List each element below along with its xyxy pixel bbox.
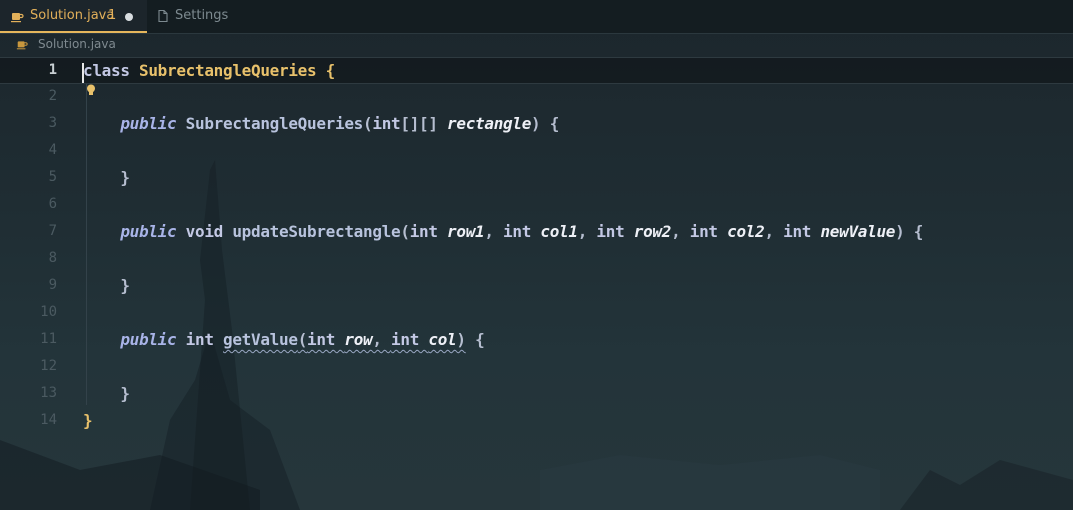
code-token: rectangle [447, 114, 532, 133]
text-cursor [82, 63, 84, 83]
code-token: int [409, 222, 448, 241]
code-text[interactable]: } [83, 276, 130, 295]
line-number: 14 [40, 412, 57, 428]
code-line[interactable]: 1 class SubrectangleQueries { [0, 57, 1073, 84]
line-number: 13 [40, 385, 57, 401]
code-token: getValue [223, 330, 298, 349]
code-token: { [465, 330, 485, 349]
tab-label: Solution.java [30, 8, 115, 23]
code-token: int [372, 114, 401, 133]
code-token: int [689, 222, 728, 241]
code-line[interactable]: 10 [0, 300, 1073, 327]
code-token: [][] [400, 114, 448, 133]
code-text[interactable]: } [83, 384, 130, 403]
code-line[interactable]: 3 public SubrectangleQueries(int[][] rec… [0, 111, 1073, 138]
code-token: ( [297, 330, 308, 349]
code-token: public [120, 222, 177, 241]
code-text[interactable]: } [83, 411, 93, 430]
code-line[interactable]: 2 [0, 84, 1073, 111]
tab-bar: Solution.java 1 Settings [0, 0, 1073, 34]
line-number: 6 [48, 196, 57, 212]
line-number: 8 [48, 250, 57, 266]
line-number: 1 [48, 62, 57, 78]
code-token: col1 [540, 222, 578, 241]
line-number: 4 [48, 142, 57, 158]
line-number: 2 [48, 88, 57, 104]
code-token: updateSubrectangle [232, 222, 401, 241]
file-icon [158, 9, 168, 23]
code-token: ) [456, 330, 466, 349]
code-token: void [176, 222, 233, 241]
code-line[interactable]: 12 [0, 354, 1073, 381]
code-token: ( [363, 114, 373, 133]
line-number: 11 [40, 331, 57, 347]
code-token: , [671, 222, 690, 241]
code-token: int [176, 330, 224, 349]
code-token: } [83, 384, 130, 403]
code-text[interactable]: public int getValue(int row, int col) { [83, 330, 484, 349]
code-token: } [83, 276, 130, 295]
code-token: col [428, 330, 457, 349]
java-file-icon [11, 13, 24, 23]
unsaved-dot-icon[interactable] [125, 13, 133, 21]
code-token: } [83, 411, 93, 430]
code-line[interactable]: 8 [0, 246, 1073, 273]
code-token: public [120, 330, 177, 349]
tab-label: Settings [175, 8, 229, 23]
code-token: int [503, 222, 541, 241]
code-token: row1 [447, 222, 485, 241]
code-token: , [764, 222, 784, 241]
code-editor[interactable]: 1 class SubrectangleQueries {2 3 public Su… [0, 57, 1073, 457]
tab-solution-java[interactable]: Solution.java 1 [0, 0, 147, 33]
code-token: { [316, 61, 336, 80]
code-token: class [83, 61, 139, 80]
code-token: int [391, 330, 429, 349]
code-token: int [596, 222, 634, 241]
code-line[interactable]: 5 } [0, 165, 1073, 192]
lightbulb-icon[interactable] [84, 83, 98, 97]
code-text[interactable]: } [83, 168, 130, 187]
line-number: 9 [48, 277, 57, 293]
line-number: 5 [48, 169, 57, 185]
line-number: 12 [40, 358, 57, 374]
code-token: int [307, 330, 345, 349]
code-token: row [344, 330, 373, 349]
code-line[interactable]: 9 } [0, 273, 1073, 300]
code-token: SubrectangleQueries [139, 61, 317, 80]
line-number: 3 [48, 115, 57, 131]
code-token: } [83, 168, 130, 187]
code-token: ) { [531, 114, 560, 133]
code-line[interactable]: 14} [0, 408, 1073, 435]
code-token: , [484, 222, 504, 241]
code-line[interactable]: 13 } [0, 381, 1073, 408]
code-text[interactable]: public void updateSubrectangle(int row1,… [83, 222, 923, 241]
code-token: ) { [895, 222, 924, 241]
code-text[interactable]: class SubrectangleQueries { [83, 61, 335, 80]
code-token: , [372, 330, 392, 349]
code-token: col2 [727, 222, 765, 241]
code-line[interactable]: 7 public void updateSubrectangle(int row… [0, 219, 1073, 246]
code-token: SubrectangleQueries [176, 114, 364, 133]
code-line[interactable]: 4 [0, 138, 1073, 165]
line-number: 7 [48, 223, 57, 239]
code-line[interactable]: 11 public int getValue(int row, int col)… [0, 327, 1073, 354]
code-token: row2 [633, 222, 672, 241]
java-file-icon [16, 41, 28, 50]
line-number: 10 [40, 304, 57, 320]
code-token: ( [400, 222, 410, 241]
code-token: public [120, 114, 177, 133]
code-line[interactable]: 6 [0, 192, 1073, 219]
breadcrumb-file[interactable]: Solution.java [38, 37, 116, 51]
breadcrumb: Solution.java [0, 34, 1073, 54]
tab-settings[interactable]: Settings [150, 0, 250, 33]
code-token: int [783, 222, 821, 241]
problem-count-badge: 1 [108, 8, 117, 23]
code-token: , [577, 222, 597, 241]
code-token: newValue [820, 222, 896, 241]
code-text[interactable]: public SubrectangleQueries(int[][] recta… [83, 114, 559, 133]
